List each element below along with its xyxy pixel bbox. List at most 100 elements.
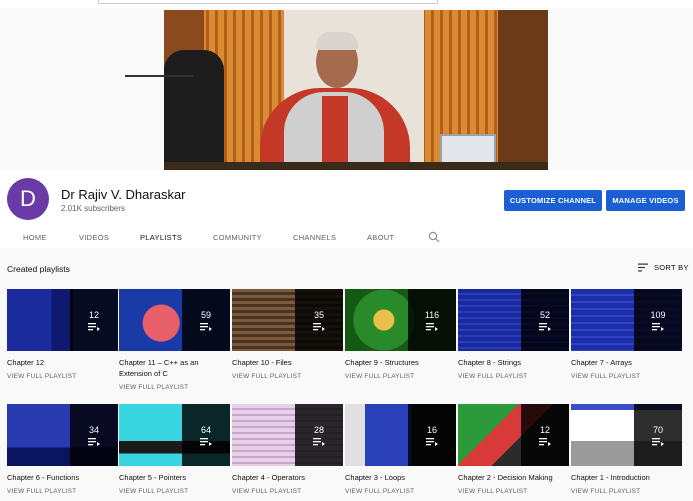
playlist-thumbnail[interactable]: 116	[345, 289, 456, 351]
playlist-title[interactable]: Chapter 12	[7, 357, 118, 368]
playlist-title[interactable]: Chapter 5 - Pointers	[119, 472, 230, 483]
playlist-title[interactable]: Chapter 1 - Introduction	[571, 472, 682, 483]
playlist-count-overlay: 109	[634, 289, 682, 351]
playlist-card[interactable]: 70 Chapter 1 - Introduction VIEW FULL PL…	[571, 404, 682, 495]
playlist-title[interactable]: Chapter 11 – C++ as an Extension of C	[119, 357, 230, 379]
playlist-icon	[88, 322, 100, 331]
video-count: 34	[88, 424, 99, 435]
playlist-thumbnail[interactable]: 109	[571, 289, 682, 351]
playlist-icon	[426, 437, 438, 446]
view-full-playlist-link[interactable]: VIEW FULL PLAYLIST	[345, 373, 456, 380]
view-full-playlist-link[interactable]: VIEW FULL PLAYLIST	[458, 488, 569, 495]
view-full-playlist-link[interactable]: VIEW FULL PLAYLIST	[571, 488, 682, 495]
playlist-count-overlay: 52	[521, 289, 569, 351]
tab-videos[interactable]: VIDEOS	[79, 233, 109, 242]
playlist-card[interactable]: 52 Chapter 8 - Strings VIEW FULL PLAYLIS…	[458, 289, 569, 380]
channel-tabs: HOME VIDEOS PLAYLISTS COMMUNITY CHANNELS…	[0, 224, 693, 248]
search-icon[interactable]	[428, 231, 440, 243]
banner-shelf	[498, 10, 548, 170]
channel-banner	[164, 10, 548, 170]
playlist-card[interactable]: 116 Chapter 9 - Structures VIEW FULL PLA…	[345, 289, 456, 380]
manage-videos-button[interactable]: MANAGE VIDEOS	[606, 190, 685, 211]
view-full-playlist-link[interactable]: VIEW FULL PLAYLIST	[571, 373, 682, 380]
playlist-thumbnail[interactable]: 12	[458, 404, 569, 466]
playlist-title[interactable]: Chapter 2 - Decision Making	[458, 472, 569, 483]
banner-chair	[164, 50, 224, 170]
playlist-thumbnail[interactable]: 70	[571, 404, 682, 466]
playlist-thumbnail[interactable]: 64	[119, 404, 230, 466]
video-count: 16	[426, 424, 437, 435]
playlist-thumbnail[interactable]: 12	[7, 289, 118, 351]
active-tab-indicator	[125, 75, 193, 77]
playlist-card[interactable]: 12 Chapter 12 VIEW FULL PLAYLIST	[7, 289, 118, 380]
video-count: 35	[313, 309, 324, 320]
video-count: 12	[539, 424, 550, 435]
sort-icon	[638, 263, 648, 272]
playlist-count-overlay: 12	[521, 404, 569, 466]
playlist-icon	[426, 322, 438, 331]
playlist-title[interactable]: Chapter 6 - Functions	[7, 472, 118, 483]
playlist-title[interactable]: Chapter 9 - Structures	[345, 357, 456, 368]
banner-hair	[316, 32, 358, 50]
playlist-card[interactable]: 28 Chapter 4 - Operators VIEW FULL PLAYL…	[232, 404, 343, 495]
playlist-count-overlay: 35	[295, 289, 343, 351]
playlist-title[interactable]: Chapter 10 - Files	[232, 357, 343, 368]
playlist-title[interactable]: Chapter 4 - Operators	[232, 472, 343, 483]
playlist-count-overlay: 16	[408, 404, 456, 466]
view-full-playlist-link[interactable]: VIEW FULL PLAYLIST	[232, 373, 343, 380]
playlist-card[interactable]: 12 Chapter 2 - Decision Making VIEW FULL…	[458, 404, 569, 495]
banner-shirt	[322, 96, 348, 170]
playlist-count-overlay: 116	[408, 289, 456, 351]
playlist-thumbnail[interactable]: 16	[345, 404, 456, 466]
playlist-icon	[539, 322, 551, 331]
tab-about[interactable]: ABOUT	[367, 233, 394, 242]
banner-desk	[164, 162, 548, 170]
playlist-title[interactable]: Chapter 7 - Arrays	[571, 357, 682, 368]
search-box[interactable]	[98, 0, 438, 4]
playlist-icon	[539, 437, 551, 446]
customize-channel-button[interactable]: CUSTOMIZE CHANNEL	[504, 190, 602, 211]
playlist-count-overlay: 59	[182, 289, 230, 351]
sort-label: SORT BY	[654, 263, 689, 272]
playlist-icon	[652, 437, 664, 446]
playlist-thumbnail[interactable]: 59	[119, 289, 230, 351]
tab-playlists[interactable]: PLAYLISTS	[140, 233, 182, 242]
video-count: 116	[424, 309, 440, 320]
tab-community[interactable]: COMMUNITY	[213, 233, 262, 242]
subscriber-count: 2.01K subscribers	[61, 204, 126, 213]
section-title: Created playlists	[7, 264, 70, 274]
view-full-playlist-link[interactable]: VIEW FULL PLAYLIST	[458, 373, 569, 380]
playlist-count-overlay: 34	[70, 404, 118, 466]
tab-channels[interactable]: CHANNELS	[293, 233, 336, 242]
playlist-thumbnail[interactable]: 35	[232, 289, 343, 351]
playlist-thumbnail[interactable]: 52	[458, 289, 569, 351]
playlist-card[interactable]: 64 Chapter 5 - Pointers VIEW FULL PLAYLI…	[119, 404, 230, 495]
video-count: 52	[539, 309, 550, 320]
playlist-thumbnail[interactable]: 28	[232, 404, 343, 466]
playlist-icon	[313, 437, 325, 446]
view-full-playlist-link[interactable]: VIEW FULL PLAYLIST	[232, 488, 343, 495]
view-full-playlist-link[interactable]: VIEW FULL PLAYLIST	[345, 488, 456, 495]
sort-by-button[interactable]: SORT BY	[638, 263, 689, 272]
playlist-icon	[88, 437, 100, 446]
playlist-card[interactable]: 16 Chapter 3 - Loops VIEW FULL PLAYLIST	[345, 404, 456, 495]
playlist-title[interactable]: Chapter 3 - Loops	[345, 472, 456, 483]
view-full-playlist-link[interactable]: VIEW FULL PLAYLIST	[119, 384, 230, 391]
playlist-card[interactable]: 109 Chapter 7 - Arrays VIEW FULL PLAYLIS…	[571, 289, 682, 380]
view-full-playlist-link[interactable]: VIEW FULL PLAYLIST	[7, 373, 118, 380]
playlist-count-overlay: 70	[634, 404, 682, 466]
avatar[interactable]: D	[7, 178, 49, 220]
view-full-playlist-link[interactable]: VIEW FULL PLAYLIST	[7, 488, 118, 495]
playlist-card[interactable]: 34 Chapter 6 - Functions VIEW FULL PLAYL…	[7, 404, 118, 495]
playlist-title[interactable]: Chapter 8 - Strings	[458, 357, 569, 368]
video-count: 28	[313, 424, 324, 435]
playlist-icon	[652, 322, 664, 331]
video-count: 109	[650, 309, 666, 320]
view-full-playlist-link[interactable]: VIEW FULL PLAYLIST	[119, 488, 230, 495]
channel-header: D Dr Rajiv V. Dharaskar 2.01K subscriber…	[0, 170, 693, 248]
video-count: 12	[88, 309, 99, 320]
playlist-thumbnail[interactable]: 34	[7, 404, 118, 466]
playlist-card[interactable]: 59 Chapter 11 – C++ as an Extension of C…	[119, 289, 230, 391]
tab-home[interactable]: HOME	[23, 233, 47, 242]
playlist-card[interactable]: 35 Chapter 10 - Files VIEW FULL PLAYLIST	[232, 289, 343, 380]
